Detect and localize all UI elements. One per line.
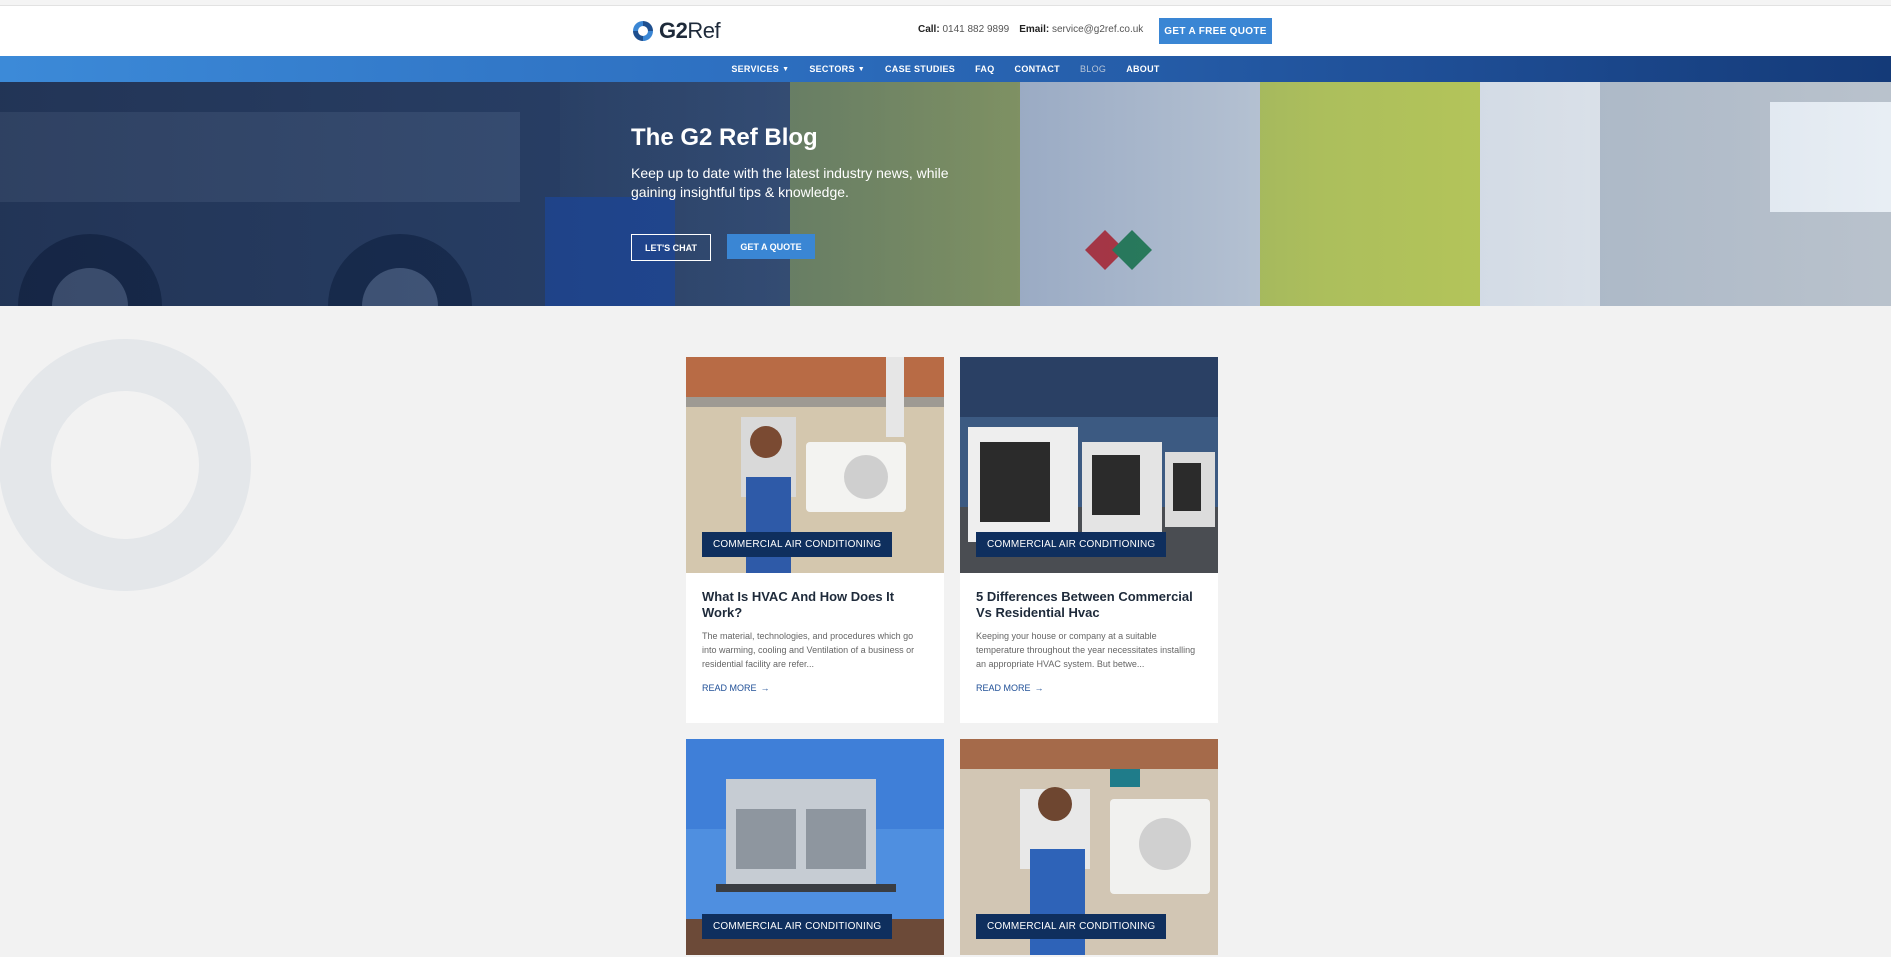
hero-banner: The G2 Ref Blog Keep up to date with the… [0, 82, 1891, 306]
blog-card-title[interactable]: 5 Differences Between Commercial Vs Resi… [976, 589, 1202, 621]
nav-item-blog[interactable]: BLOG [1080, 64, 1106, 74]
blog-card-title[interactable]: What Is HVAC And How Does It Work? [702, 589, 928, 621]
read-more-link[interactable]: READ MORE → [702, 683, 928, 693]
phone-info[interactable]: Call: 0141 882 9899 [918, 24, 1009, 35]
arrow-right-icon: → [760, 683, 770, 693]
main-nav: SERVICES ▼ SECTORS ▼ CASE STUDIES FAQ CONT… [0, 56, 1891, 82]
blog-card-body: What Is HVAC And How Does It Work? The m… [686, 573, 944, 723]
blog-card[interactable]: COMMERCIAL AIR CONDITIONING [960, 739, 1218, 955]
arrow-right-icon: → [1034, 683, 1044, 693]
nav-item-about[interactable]: ABOUT [1126, 64, 1160, 74]
chevron-down-icon: ▼ [857, 65, 865, 73]
email-info[interactable]: Email: service@g2ref.co.uk [1019, 24, 1143, 35]
category-tag[interactable]: COMMERCIAL AIR CONDITIONING [976, 532, 1167, 557]
nav-item-case-studies[interactable]: CASE STUDIES [885, 64, 955, 74]
site-header: G2Ref Call: 0141 882 9899 Email: service… [0, 6, 1891, 56]
blog-card-body: 5 Differences Between Commercial Vs Resi… [960, 573, 1218, 723]
category-tag[interactable]: COMMERCIAL AIR CONDITIONING [702, 532, 893, 557]
blog-card-image[interactable]: COMMERCIAL AIR CONDITIONING [960, 357, 1218, 573]
blog-card-excerpt: The material, technologies, and procedur… [702, 631, 915, 669]
watermark-logo-icon [0, 339, 251, 591]
nav-item-contact[interactable]: CONTACT [1015, 64, 1060, 74]
hero-title: The G2 Ref Blog [631, 124, 818, 151]
blog-card[interactable]: COMMERCIAL AIR CONDITIONING 5 Difference… [960, 357, 1218, 723]
logo-text: G2Ref [659, 18, 721, 43]
blog-card-excerpt: Keeping your house or company at a suita… [976, 631, 1196, 669]
nav-item-sectors[interactable]: SECTORS ▼ [809, 64, 865, 74]
hero-subtitle: Keep up to date with the latest industry… [631, 165, 949, 200]
chevron-down-icon: ▼ [782, 65, 790, 73]
blog-card-image[interactable]: COMMERCIAL AIR CONDITIONING [686, 739, 944, 955]
category-tag[interactable]: COMMERCIAL AIR CONDITIONING [702, 914, 893, 939]
site-logo[interactable]: G2Ref [631, 18, 721, 44]
nav-item-faq[interactable]: FAQ [975, 64, 994, 74]
read-more-link[interactable]: READ MORE → [976, 683, 1202, 693]
category-tag[interactable]: COMMERCIAL AIR CONDITIONING [976, 914, 1167, 939]
blog-card-image[interactable]: COMMERCIAL AIR CONDITIONING [686, 357, 944, 573]
lets-chat-button[interactable]: LET'S CHAT [631, 234, 711, 261]
contact-info: Call: 0141 882 9899 Email: service@g2ref… [918, 24, 1143, 35]
blog-card[interactable]: COMMERCIAL AIR CONDITIONING [686, 739, 944, 955]
blog-card[interactable]: COMMERCIAL AIR CONDITIONING What Is HVAC… [686, 357, 944, 723]
nav-item-services[interactable]: SERVICES ▼ [731, 64, 789, 74]
get-quote-button[interactable]: GET A QUOTE [727, 234, 815, 259]
blog-card-image[interactable]: COMMERCIAL AIR CONDITIONING [960, 739, 1218, 955]
free-quote-button[interactable]: GET A FREE QUOTE [1159, 18, 1272, 44]
logo-icon [633, 21, 653, 41]
